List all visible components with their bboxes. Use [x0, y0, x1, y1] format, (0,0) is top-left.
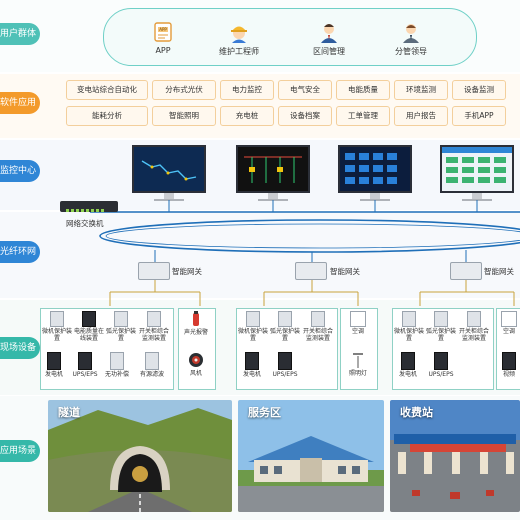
field-device-ac: 空调: [342, 311, 374, 335]
field-device: 发电机: [240, 352, 264, 378]
alarm-icon: [193, 311, 199, 326]
field-device: 微机保护装置: [238, 311, 268, 342]
gateway-3-label: 智能网关: [484, 267, 514, 276]
field-device: 弧光保护装置: [106, 311, 136, 342]
field-device: 弧光保护装置: [426, 311, 456, 342]
scene-tunnel-title: 隧道: [58, 406, 80, 419]
field-device: 微机保护装置: [42, 311, 72, 342]
field-device: UPS/EPS: [426, 352, 456, 378]
network-switch: [60, 201, 118, 212]
network-switch-label: 网络交换机: [66, 219, 104, 228]
field-device-alarm: 声光报警: [180, 311, 212, 336]
lamp-icon: [353, 353, 363, 368]
fan-icon: [189, 353, 203, 367]
gateway-3: [450, 262, 482, 280]
scene-toll-station-title: 收费站: [400, 406, 433, 419]
field-device: 开关柜综合监测装置: [138, 311, 170, 342]
field-device: 发电机: [396, 352, 420, 378]
field-device: 无功补偿: [102, 352, 132, 378]
scene-tunnel: 隧道: [48, 400, 232, 512]
field-device: 电能质量在线装置: [74, 311, 104, 342]
field-device: UPS/EPS: [70, 352, 100, 378]
field-device: 开关柜综合监测装置: [458, 311, 490, 342]
field-device: 发电机: [42, 352, 66, 378]
field-device: 有源滤波: [136, 352, 168, 378]
scene-toll-station: 收费站: [390, 400, 520, 512]
gateway-1-label: 智能网关: [172, 267, 202, 276]
scene-service-area-title: 服务区: [248, 406, 281, 419]
field-device: 开关柜综合监测装置: [302, 311, 334, 342]
field-device: UPS/EPS: [270, 352, 300, 378]
gateway-2: [295, 262, 327, 280]
field-device: 微机保护装置: [394, 311, 424, 342]
field-device-fan: 风机: [180, 352, 212, 377]
field-device-ac: 空调: [498, 311, 520, 335]
scene-service-area: 服务区: [238, 400, 384, 512]
field-device-lamp: 照明灯: [342, 352, 374, 377]
field-device: 弧光保护装置: [270, 311, 300, 342]
field-device-video: 视频: [498, 352, 520, 378]
gateway-1: [138, 262, 170, 280]
gateway-2-label: 智能网关: [330, 267, 360, 276]
